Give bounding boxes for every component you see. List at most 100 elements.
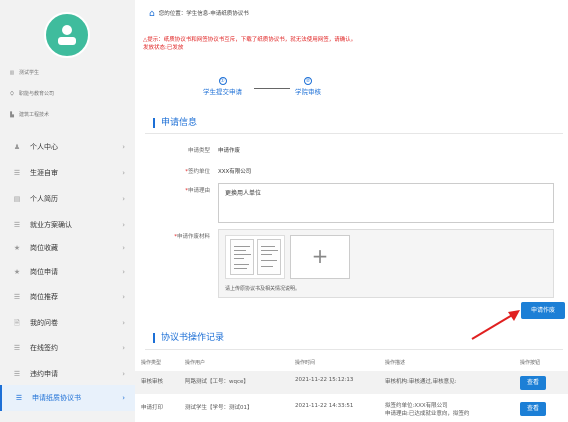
sidebar-item-online-signing[interactable]: ☰ 在线签约 ›: [0, 335, 135, 361]
sidebar: ▥ 测试学生 ⛭ 职能与教育公司 ▙ 建筑工程技术 ♟ 个人中心 › ☰ 生涯自审 › ▤ 个人…: [0, 0, 135, 422]
chevron-right-icon: ›: [122, 370, 125, 378]
chevron-right-icon: ›: [122, 143, 125, 151]
cell-time: 2021-11-22 14:33:51: [295, 403, 354, 409]
view-button[interactable]: 查看: [520, 402, 546, 416]
sidebar-item-label: 岗位申请: [30, 268, 58, 276]
chevron-right-icon: ›: [122, 293, 125, 301]
chevron-right-icon: ›: [122, 244, 125, 252]
sidebar-item-personal-center[interactable]: ♟ 个人中心 ›: [0, 134, 135, 160]
document-page-image: [257, 239, 281, 275]
label-text: 签约单位: [187, 169, 210, 175]
notice: △提示：纸质协议书和网签协议书互斥，下载了纸质协议书，就无法使用网签，请确认。 …: [143, 36, 356, 52]
plus-icon: +: [311, 244, 329, 268]
document-page-image: [230, 239, 254, 275]
sidebar-item-my-surveys[interactable]: 🗎 我的问卷 ›: [0, 310, 135, 336]
sidebar-item-job-recommendations[interactable]: ☰ 岗位推荐 ›: [0, 284, 135, 310]
sidebar-item-label: 我的问卷: [30, 319, 58, 327]
graduation-cap-icon: ⛭: [9, 91, 14, 97]
sidebar-item-job-applications[interactable]: ★ 岗位申请 ›: [0, 259, 135, 285]
records-table-header: 操作类型 操作用户 操作时间 操作描述 操作按钮: [135, 359, 568, 371]
cell-type: 申请打印: [141, 405, 164, 411]
cell-type: 审核审核: [141, 379, 164, 385]
user-silhouette-icon: [58, 25, 76, 45]
cell-desc: 审核机构:审核通过,审核意见:: [385, 379, 457, 385]
chevron-right-icon: ›: [122, 319, 125, 327]
cell-desc: 拟签约单位:XXX有限公司: [385, 403, 448, 409]
avatar: [44, 12, 90, 58]
table-row: 申请打印 测试学生【学号：测试01】 2021-11-22 14:33:51 拟…: [135, 396, 568, 422]
breadcrumb: ⌂ 您的位置：学生信息-申请纸质协议书: [149, 9, 249, 19]
material-label: *申请作废材料: [140, 232, 210, 240]
apply-reason-textarea[interactable]: 更换用人单位: [218, 183, 554, 223]
list-icon: ☰: [13, 370, 21, 378]
main-content: ⌂ 您的位置：学生信息-申请纸质协议书 △提示：纸质协议书和网签协议书互斥，下载了…: [135, 0, 568, 422]
uploaded-file-thumbnail[interactable]: [225, 235, 285, 279]
step-submit: ① 学生提交申请: [203, 77, 242, 96]
chevron-right-icon: ›: [122, 268, 125, 276]
profile-school: ⛭ 职能与教育公司: [8, 89, 54, 99]
step-connector: [254, 88, 290, 89]
divider: [145, 349, 563, 350]
label-text: 申请作废材料: [176, 234, 210, 240]
chevron-right-icon: ›: [122, 344, 125, 352]
sidebar-item-label: 申请纸质协议书: [32, 394, 81, 402]
red-arrow-annotation: [471, 310, 520, 340]
profile-name-text: 测试学生: [19, 70, 40, 76]
cell-user: 测试学生【学号：测试01】: [185, 405, 253, 411]
column-header: 操作按钮: [520, 360, 541, 366]
view-button[interactable]: 查看: [520, 376, 546, 390]
column-header: 操作类型: [141, 360, 162, 366]
star-icon: ★: [13, 244, 21, 252]
list-icon: ☰: [13, 293, 21, 301]
step-number: ①: [218, 77, 227, 85]
sidebar-item-paper-agreement[interactable]: ☰ 申请纸质协议书 ›: [0, 385, 135, 411]
sidebar-item-resume[interactable]: ▤ 个人简历 ›: [0, 186, 135, 212]
profile-school-text: 职能与教育公司: [19, 91, 55, 97]
document-icon: 🗎: [14, 319, 20, 327]
home-icon[interactable]: ⌂: [149, 9, 155, 19]
list-icon: ☰: [15, 394, 23, 402]
column-header: 操作用户: [185, 360, 206, 366]
sidebar-item-label: 在线签约: [30, 344, 58, 352]
upload-area: + 请上传原协议书及相关情况说明。: [218, 229, 554, 298]
sidebar-item-job-favorites[interactable]: ★ 岗位收藏 ›: [0, 235, 135, 261]
notice-status: 发放状态:已发放: [143, 45, 184, 51]
step-number: ②: [304, 77, 312, 85]
bars-icon: ▥: [9, 70, 15, 76]
column-header: 操作描述: [385, 360, 406, 366]
add-file-button[interactable]: +: [290, 235, 350, 279]
profile-major: ▙ 建筑工程技术: [8, 110, 49, 120]
chevron-right-icon: ›: [122, 195, 125, 203]
section-records-title: 协议书操作记录: [153, 333, 224, 343]
list-icon: ☰: [13, 344, 21, 352]
cell-user: 阿路测试【工号：wqce】: [185, 379, 249, 385]
sidebar-item-breach-application[interactable]: ☰ 违约申请 ›: [0, 361, 135, 387]
column-header: 操作时间: [295, 360, 316, 366]
sign-org-value: XXX有限公司: [218, 169, 252, 175]
submit-void-button[interactable]: 申请作废: [521, 302, 565, 319]
sidebar-item-label: 生涯自审: [30, 169, 58, 177]
apply-type-label: 申请类型: [140, 146, 210, 154]
sidebar-item-label: 岗位推荐: [30, 293, 58, 301]
table-row: 审核审核 阿路测试【工号：wqce】 2021-11-22 15:12:13 审…: [135, 371, 568, 394]
sign-org-label: *签约单位: [140, 167, 210, 175]
apply-reason-label: *申请理由: [140, 186, 210, 194]
label-text: 申请理由: [187, 188, 210, 194]
chevron-right-icon: ›: [122, 169, 125, 177]
notice-warning: △提示：纸质协议书和网签协议书互斥，下载了纸质协议书，就无法使用网签，请确认。: [143, 37, 357, 43]
upload-hint: 请上传原协议书及相关情况说明。: [225, 286, 301, 292]
divider: [145, 133, 563, 134]
sidebar-item-career-review[interactable]: ☰ 生涯自审 ›: [0, 160, 135, 186]
list-icon: ☰: [13, 169, 21, 177]
step-review: ② 学院审核: [295, 77, 321, 96]
apply-type-value: 申请作废: [218, 148, 241, 154]
sidebar-item-label: 个人中心: [30, 143, 58, 151]
cell-desc-line2: 申请理由:已达成就业意向，拟签约: [385, 411, 470, 417]
sidebar-item-label: 就业方案确认: [30, 221, 72, 229]
profile-major-text: 建筑工程技术: [19, 112, 50, 118]
sidebar-item-label: 个人简历: [30, 195, 58, 203]
resume-icon: ▤: [13, 195, 21, 203]
section-apply-info-title: 申请信息: [153, 118, 197, 128]
label-text: 申请类型: [187, 148, 210, 154]
breadcrumb-prefix: 您的位置：: [158, 11, 187, 17]
